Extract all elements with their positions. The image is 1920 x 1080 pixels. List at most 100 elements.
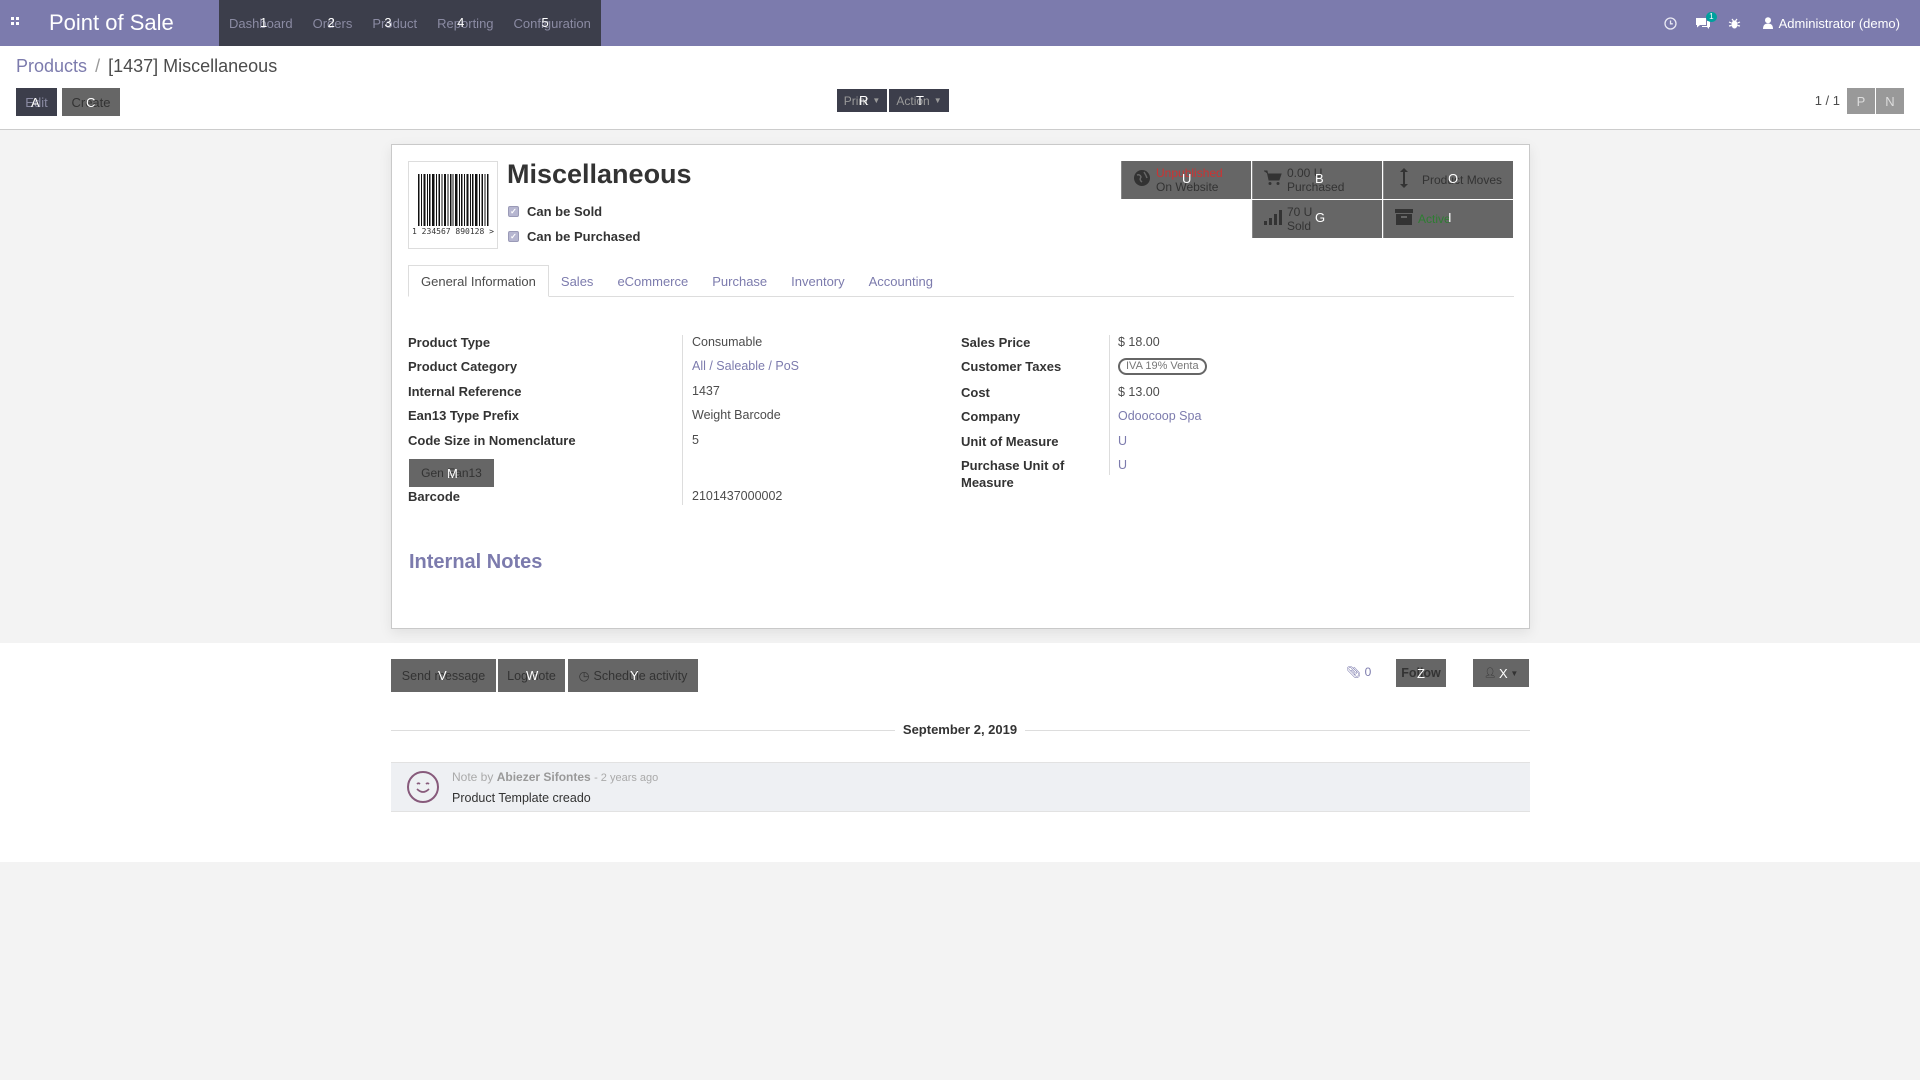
follow-button[interactable]: Follow Z <box>1396 659 1446 687</box>
caret-down-icon: ▼ <box>872 96 881 105</box>
product-moves-label: Product Moves <box>1422 173 1503 187</box>
tab-sales[interactable]: Sales <box>549 265 606 297</box>
schedule-activity-button[interactable]: ◷ Schedule activity Y <box>568 659 698 692</box>
send-message-button[interactable]: Send message V <box>391 659 496 692</box>
shortcut-hint: 4 <box>457 15 465 30</box>
shortcut-hint: O <box>1448 171 1459 186</box>
product-category-label: Product Category <box>408 359 518 374</box>
chatter-message: Note by Abiezer Sifontes - 2 years ago P… <box>391 762 1530 812</box>
product-category-value[interactable]: All / Saleable / PoS <box>692 359 799 373</box>
shortcut-hint: N <box>1885 93 1895 109</box>
action-label: Action <box>896 93 930 108</box>
unit-of-measure-value[interactable]: U <box>1118 434 1127 448</box>
can-be-sold-checkbox[interactable]: ✓ <box>508 206 519 217</box>
clock-icon[interactable] <box>1655 0 1687 46</box>
gen-ean13-button[interactable]: Gen Ean13 M <box>409 459 494 487</box>
purchase-uom-label: Purchase Unit of Measure <box>961 458 1065 490</box>
menu-reporting[interactable]: Reporting 4 <box>427 0 503 46</box>
product-moves-button[interactable]: Product Moves O <box>1383 161 1513 199</box>
menu-product[interactable]: Product 3 <box>362 0 427 46</box>
product-image[interactable]: 1 234567 890128 > <box>408 161 498 249</box>
menu-orders[interactable]: Orders 2 <box>303 0 363 46</box>
active-toggle-button[interactable]: Active I <box>1383 200 1513 238</box>
company-label: Company <box>961 409 1021 424</box>
date-separator: September 2, 2019 <box>0 722 1920 737</box>
shortcut-hint: V <box>438 668 447 683</box>
action-button[interactable]: Action ▼ T <box>889 89 949 112</box>
breadcrumb-separator: / <box>95 56 101 76</box>
bug-icon[interactable] <box>1719 0 1751 46</box>
code-size-label: Code Size in Nomenclature <box>408 433 576 448</box>
pager-previous-button[interactable]: P <box>1847 88 1875 114</box>
message-body: Product Template creado <box>452 791 591 805</box>
shortcut-hint: C <box>86 95 96 110</box>
breadcrumb-products[interactable]: Products <box>16 56 87 76</box>
attachments-counter[interactable]: 📎︎ 0 <box>1346 665 1371 679</box>
code-size-value[interactable]: 5 <box>692 433 699 447</box>
clock-icon: ◷ <box>578 669 590 683</box>
sales-price-value[interactable]: $ 18.00 <box>1118 335 1160 349</box>
message-author[interactable]: Abiezer Sifontes <box>497 770 591 784</box>
barcode-image-number: 1 234567 890128 > <box>412 227 494 236</box>
schedule-activity-label: Schedule activity <box>593 668 688 683</box>
caret-down-icon: ▼ <box>933 96 942 105</box>
internal-reference-value[interactable]: 1437 <box>692 384 720 398</box>
author-avatar[interactable] <box>407 771 439 803</box>
internal-notes-title: Internal Notes <box>409 551 543 573</box>
can-be-purchased-checkbox[interactable]: ✓ <box>508 231 519 242</box>
column-divider <box>1109 335 1110 475</box>
cost-value[interactable]: $ 13.00 <box>1118 385 1160 399</box>
top-navbar: Point of Sale Dashboard 1 Orders 2 Product… <box>0 0 1920 46</box>
shortcut-hint: 2 <box>327 15 335 30</box>
shortcut-hint: 5 <box>541 15 549 30</box>
caret-down-icon: ▼ <box>1510 668 1519 678</box>
shortcut-hint: I <box>1448 210 1452 225</box>
tab-inventory[interactable]: Inventory <box>779 265 856 297</box>
website-publish-button[interactable]: Unpublished On Website U <box>1121 161 1251 199</box>
menu-dashboard[interactable]: Dashboard 1 <box>219 0 303 46</box>
company-value[interactable]: Odoocoop Spa <box>1118 409 1201 423</box>
date-separator-label: September 2, 2019 <box>894 722 1026 737</box>
barcode-value[interactable]: 2101437000002 <box>692 489 782 503</box>
apps-menu-icon[interactable] <box>2 0 32 46</box>
messages-icon[interactable]: 1 <box>1687 0 1719 46</box>
print-button[interactable]: Print ▼ R <box>837 89 887 112</box>
create-button[interactable]: Create C <box>62 88 120 116</box>
customer-taxes-value[interactable]: IVA 19% Venta <box>1118 358 1207 375</box>
cost-label: Cost <box>961 385 990 400</box>
tax-tag[interactable]: IVA 19% Venta <box>1118 358 1207 375</box>
message-meta: Note by Abiezer Sifontes - 2 years ago <box>452 770 658 784</box>
pager-next-button[interactable]: N <box>1876 88 1904 114</box>
product-type-value[interactable]: Consumable <box>692 335 762 349</box>
tab-general-information[interactable]: General Information <box>408 265 549 297</box>
product-title: Miscellaneous <box>507 159 692 189</box>
shortcut-hint: P <box>1856 93 1866 109</box>
tab-accounting[interactable]: Accounting <box>857 265 945 297</box>
purchase-uom-value[interactable]: U <box>1118 458 1127 472</box>
paperclip-icon: 📎︎ <box>1346 665 1362 679</box>
cart-icon <box>1259 170 1287 191</box>
shortcut-hint: M <box>447 466 458 481</box>
app-title[interactable]: Point of Sale <box>49 10 219 36</box>
bar-chart-icon <box>1259 209 1287 230</box>
menu-configuration[interactable]: Configuration 5 <box>504 0 601 46</box>
archive-icon <box>1390 208 1418 230</box>
user-menu[interactable]: Administrator (demo) <box>1751 16 1920 31</box>
can-be-sold-label: Can be Sold <box>527 204 603 219</box>
messages-badge: 1 <box>1706 12 1717 22</box>
purchased-button[interactable]: 0.00 U Purchased B <box>1252 161 1382 199</box>
product-type-label: Product Type <box>408 335 491 350</box>
message-time: - 2 years ago <box>594 772 659 784</box>
menu-product-label: Product <box>372 15 418 31</box>
tab-ecommerce[interactable]: eCommerce <box>605 265 700 297</box>
breadcrumb: Products / [1437] Miscellaneous <box>16 56 277 77</box>
tab-purchase[interactable]: Purchase <box>700 265 779 297</box>
ean13-prefix-value[interactable]: Weight Barcode <box>692 408 781 422</box>
log-note-button[interactable]: Log note W <box>498 659 565 692</box>
followers-button[interactable]: 👤︎ ▼ X <box>1473 659 1529 687</box>
edit-button[interactable]: Edit A <box>16 88 57 116</box>
sold-button[interactable]: 70 U Sold G <box>1252 200 1382 238</box>
shortcut-hint: Y <box>630 668 639 683</box>
shortcut-hint: R <box>859 93 869 108</box>
user-icon <box>1762 17 1773 29</box>
